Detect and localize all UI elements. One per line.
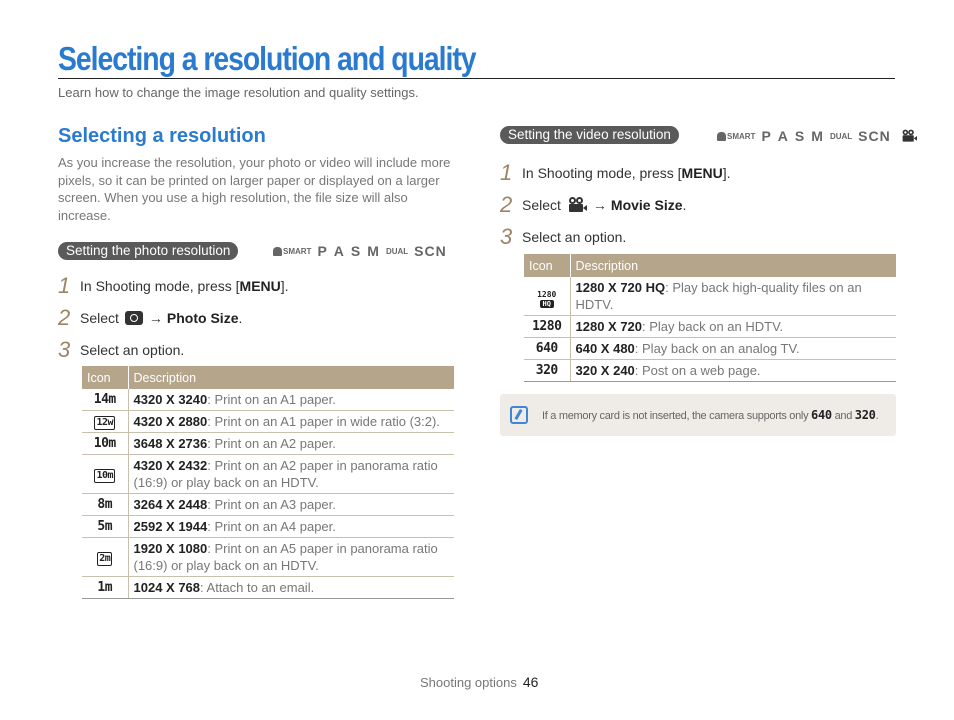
section-heading: Selecting a resolution — [58, 125, 266, 147]
step-1: 1 In Shooting mode, press [MENU]. — [500, 160, 731, 185]
photo-resolution-table: Icon Description 14m 4320 X 3240: Print o… — [82, 366, 454, 599]
resolution-description: 320 X 240: Post on a web page. — [570, 359, 896, 382]
description-column-header: Description — [128, 366, 454, 389]
resolution-description: 4320 X 2432: Print on an A2 paper in pan… — [128, 454, 454, 494]
manual-mode-icon: M — [367, 243, 380, 259]
page-number: 46 — [522, 674, 539, 690]
program-mode-icon: P — [761, 128, 772, 144]
640-icon: 640 — [811, 408, 832, 422]
resolution-icon: 1280 HQ — [524, 277, 571, 316]
resolution-icon: 5m — [82, 515, 129, 538]
dual-is-mode-icon: DUAL — [829, 131, 853, 141]
step-3: 3 Select an option. — [58, 337, 185, 362]
resolution-description: 1024 X 768: Attach to an email. — [128, 576, 454, 599]
intro-paragraph: As you increase the resolution, your pho… — [58, 155, 451, 223]
resolution-description: 3648 X 2736: Print on an A2 paper. — [128, 432, 454, 455]
resolution-icon: 640 — [524, 337, 571, 360]
icon-column-header: Icon — [524, 254, 571, 277]
step-number: 2 — [58, 305, 71, 330]
dual-is-mode-icon: DUAL — [385, 246, 409, 256]
table-row: 1m 1024 X 768: Attach to an email. — [82, 576, 454, 599]
resolution-description: 640 X 480: Play back on an analog TV. — [570, 337, 896, 360]
menu-key: MENU — [681, 165, 723, 181]
table-row: 12w 4320 X 2880: Print on an A1 paper in … — [82, 410, 454, 433]
step-number: 3 — [500, 224, 513, 249]
step-number: 1 — [58, 273, 71, 298]
video-steps: 1 In Shooting mode, press [MENU]. 2 Sele… — [500, 157, 731, 253]
video-resolution-table: Icon Description 1280 HQ 1280 X 720 HQ: Pl… — [524, 254, 896, 382]
resolution-description: 1280 X 720 HQ: Play back high-quality fi… — [570, 277, 896, 316]
table-row: 640 640 X 480: Play back on an analog TV. — [524, 337, 896, 360]
resolution-description: 4320 X 3240: Print on an A1 paper. — [128, 389, 454, 411]
step-number: 3 — [58, 337, 71, 362]
camera-icon — [124, 311, 143, 325]
step-2: 2 Select → Movie Size. — [500, 192, 687, 217]
smart-mode-icon: SMART — [717, 131, 755, 141]
table-row: 10m 3648 X 2736: Print on an A2 paper. — [82, 432, 454, 455]
note-text: If a memory card is not inserted, the ca… — [542, 408, 879, 422]
resolution-description: 3264 X 2448: Print on an A3 paper. — [128, 493, 454, 516]
photo-resolution-pill: Setting the photo resolution — [58, 242, 239, 260]
resolution-icon: 12w — [82, 410, 129, 433]
step-number: 1 — [500, 160, 513, 185]
footer-section: Shooting options — [420, 675, 517, 690]
scene-mode-icon: SCN — [858, 128, 891, 144]
video-resolution-pill: Setting the video resolution — [500, 126, 679, 144]
resolution-icon: 1m — [82, 576, 129, 599]
mode-icons-photo: SMART P A S M DUAL SCN — [273, 243, 447, 259]
movie-mode-icon — [901, 129, 917, 143]
page-title: Selecting a resolution and quality — [58, 40, 477, 77]
table-row: 10m 4320 X 2432: Print on an A2 paper in … — [82, 454, 454, 494]
title-divider — [58, 78, 895, 79]
resolution-icon: 10m — [82, 432, 129, 455]
note-icon — [510, 406, 528, 424]
menu-key: MENU — [239, 278, 281, 294]
resolution-icon: 8m — [82, 493, 129, 516]
description-column-header: Description — [570, 254, 896, 277]
table-row: 8m 3264 X 2448: Print on an A3 paper. — [82, 493, 454, 516]
manual-mode-icon: M — [811, 128, 824, 144]
resolution-description: 2592 X 1944: Print on an A4 paper. — [128, 515, 454, 538]
320-icon: 320 — [854, 408, 876, 422]
program-mode-icon: P — [317, 243, 328, 259]
resolution-icon: 14m — [82, 389, 129, 411]
movie-icon — [567, 197, 587, 213]
resolution-icon: 2m — [82, 537, 129, 577]
smart-mode-icon: SMART — [273, 246, 311, 256]
resolution-description: 1920 X 1080: Print on an A5 paper in pan… — [128, 537, 454, 577]
step-number: 2 — [500, 192, 513, 217]
shutter-mode-icon: S — [350, 243, 362, 259]
resolution-icon: 320 — [524, 359, 571, 382]
mode-icons-video: SMART P A S M DUAL SCN — [717, 128, 921, 144]
resolution-icon: 1280 — [524, 315, 571, 338]
table-row: 320 320 X 240: Post on a web page. — [524, 359, 896, 382]
table-row: 1280 1280 X 720: Play back on an HDTV. — [524, 315, 896, 338]
table-row: 2m 1920 X 1080: Print on an A5 paper in p… — [82, 537, 454, 577]
resolution-description: 1280 X 720: Play back on an HDTV. — [570, 315, 896, 338]
shutter-mode-icon: S — [794, 128, 806, 144]
step-3: 3 Select an option. — [500, 224, 627, 249]
page-subtitle: Learn how to change the image resolution… — [58, 85, 419, 100]
photo-size-menu-item: Photo Size — [166, 310, 239, 326]
table-row: 5m 2592 X 1944: Print on an A4 paper. — [82, 515, 454, 538]
resolution-icon: 10m — [82, 454, 129, 494]
resolution-description: 4320 X 2880: Print on an A1 paper in wid… — [128, 410, 454, 433]
table-row: 1280 HQ 1280 X 720 HQ: Play back high-qual… — [524, 277, 896, 316]
aperture-mode-icon: A — [777, 128, 789, 144]
scene-mode-icon: SCN — [414, 243, 447, 259]
icon-column-header: Icon — [82, 366, 129, 389]
photo-steps: 1 In Shooting mode, press [MENU]. 2 Sele… — [58, 270, 289, 366]
page-footer: Shooting options 46 — [420, 674, 538, 690]
table-row: 14m 4320 X 3240: Print on an A1 paper. — [82, 389, 454, 411]
step-1: 1 In Shooting mode, press [MENU]. — [58, 273, 289, 298]
step-2: 2 Select → Photo Size. — [58, 305, 243, 330]
movie-size-menu-item: Movie Size — [610, 197, 683, 213]
aperture-mode-icon: A — [333, 243, 345, 259]
note-box: If a memory card is not inserted, the ca… — [500, 394, 896, 436]
